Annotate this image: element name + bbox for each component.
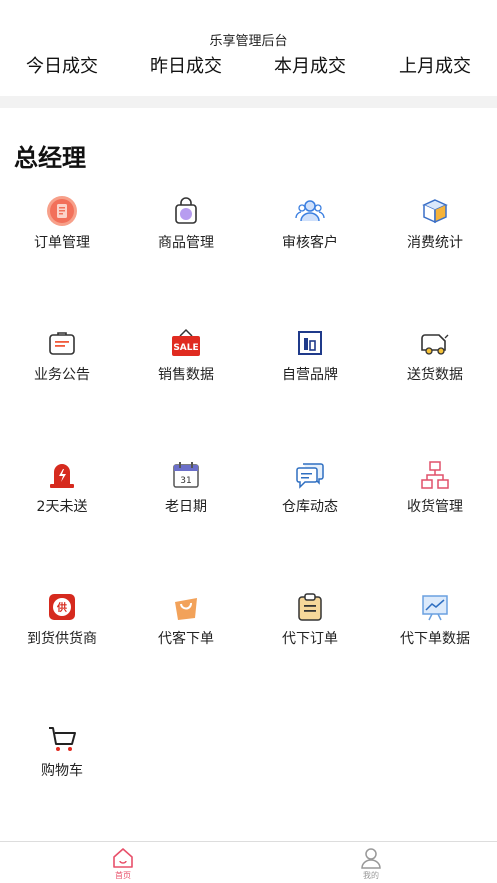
users-icon [295, 196, 325, 226]
grid-item-label: 到货供货商 [27, 631, 97, 647]
grid-item-sales-data[interactable]: SALE 销售数据 [124, 328, 248, 398]
grid-item-own-brand[interactable]: 自营品牌 [248, 328, 372, 398]
tab-this-month-deals[interactable]: 本月成交 [248, 52, 372, 78]
grid-item-label: 2天未送 [36, 499, 88, 515]
grid-item-consumption-stats[interactable]: 消费统计 [373, 196, 497, 266]
svg-text:SALE: SALE [173, 343, 198, 353]
tab-last-month-deals[interactable]: 上月成交 [373, 52, 497, 78]
grid-item-arrival-supplier[interactable]: 供 到货供货商 [0, 592, 124, 662]
grid-item-label: 代客下单 [158, 631, 214, 647]
tab-home-label: 首页 [115, 871, 131, 880]
grid-item-business-notice[interactable]: 业务公告 [0, 328, 124, 398]
grid-item-order-management[interactable]: 订单管理 [0, 196, 124, 266]
grid-item-delivery-data[interactable]: 送货数据 [373, 328, 497, 398]
grid-item-old-dates[interactable]: 31 老日期 [124, 460, 248, 530]
grid-item-label: 订单管理 [34, 235, 90, 251]
grid-item-label: 审核客户 [282, 235, 338, 251]
section-divider [0, 96, 497, 108]
chat-bubbles-icon [295, 460, 325, 490]
grid-item-label: 自营品牌 [282, 367, 338, 383]
grid-item-label: 商品管理 [158, 235, 214, 251]
building-icon [295, 328, 325, 358]
paper-bag-icon [171, 592, 201, 622]
grid-item-label: 代下订单 [282, 631, 338, 647]
alarm-light-icon [47, 460, 77, 490]
user-profile-icon [359, 846, 383, 870]
calendar-icon: 31 [171, 460, 201, 490]
supplier-badge-icon: 供 [47, 592, 77, 622]
home-icon [111, 846, 135, 870]
order-doc-icon [47, 196, 77, 226]
grid-item-label: 销售数据 [158, 367, 214, 383]
stats-tabs: 今日成交 昨日成交 本月成交 上月成交 [0, 52, 497, 78]
grid-item-label: 老日期 [165, 499, 207, 515]
briefcase-notice-icon [47, 328, 77, 358]
cart-icon [47, 724, 77, 754]
delivery-truck-icon [420, 328, 450, 358]
svg-text:31: 31 [180, 476, 191, 486]
bottom-tab-bar: 首页 我的 [0, 841, 497, 883]
grid-item-shopping-cart[interactable]: 购物车 [0, 724, 124, 794]
clipboard-icon [295, 592, 325, 622]
presentation-chart-icon [420, 592, 450, 622]
boxes-network-icon [420, 460, 450, 490]
shopping-bag-icon [171, 196, 201, 226]
role-title: 总经理 [14, 144, 86, 172]
tab-mine-label: 我的 [363, 871, 379, 880]
grid-item-label: 收货管理 [407, 499, 463, 515]
app-title: 乐享管理后台 [209, 34, 288, 49]
grid-item-label: 购物车 [41, 763, 83, 779]
tab-home[interactable]: 首页 [93, 846, 153, 882]
tab-yesterday-deals[interactable]: 昨日成交 [124, 52, 248, 78]
grid-item-product-management[interactable]: 商品管理 [124, 196, 248, 266]
grid-item-receiving-management[interactable]: 收货管理 [373, 460, 497, 530]
svg-text:供: 供 [56, 601, 67, 614]
grid-item-label: 代下单数据 [400, 631, 470, 647]
grid-item-review-customers[interactable]: 审核客户 [248, 196, 372, 266]
tab-mine[interactable]: 我的 [341, 846, 401, 882]
grid-item-warehouse-updates[interactable]: 仓库动态 [248, 460, 372, 530]
grid-item-proxy-order-data[interactable]: 代下单数据 [373, 592, 497, 662]
grid-item-proxy-orders[interactable]: 代下订单 [248, 592, 372, 662]
grid-item-order-for-customer[interactable]: 代客下单 [124, 592, 248, 662]
tab-today-deals[interactable]: 今日成交 [0, 52, 124, 78]
sale-tag-icon: SALE [171, 328, 201, 358]
grid-item-two-days-undelivered[interactable]: 2天未送 [0, 460, 124, 530]
grid-item-label: 业务公告 [34, 367, 90, 383]
grid-item-label: 仓库动态 [282, 499, 338, 515]
grid-item-label: 消费统计 [407, 235, 463, 251]
box-cube-icon [420, 196, 450, 226]
grid-item-label: 送货数据 [407, 367, 463, 383]
